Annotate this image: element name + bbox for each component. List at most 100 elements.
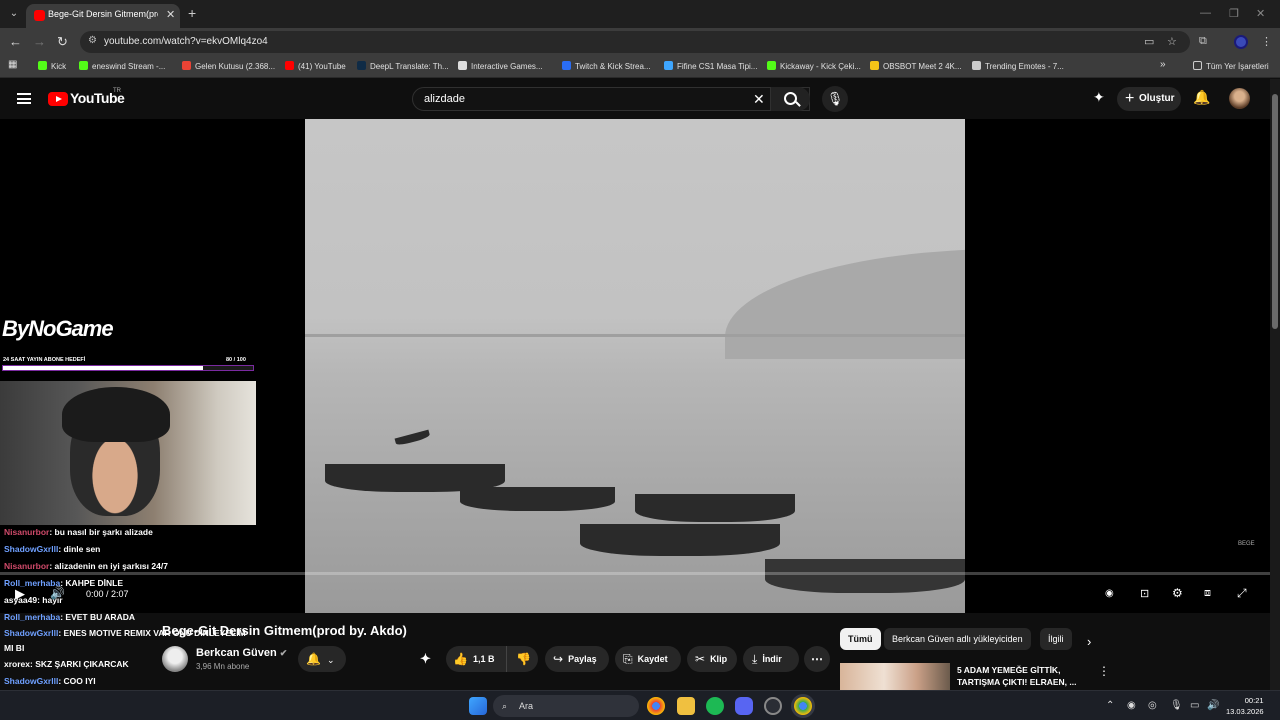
bookmark-item[interactable]: Fifine CS1 Masa Tipi...: [664, 61, 757, 71]
search-button[interactable]: [770, 87, 810, 111]
discord-icon[interactable]: [735, 697, 753, 715]
voice-search-icon[interactable]: 🎙: [822, 86, 848, 112]
bookmark-favicon-icon: [38, 61, 47, 70]
ask-icon[interactable]: ✦: [1093, 89, 1105, 106]
menu-icon[interactable]: [17, 93, 31, 104]
clear-search-icon[interactable]: ✕: [753, 91, 765, 108]
chat-text: : bu nasıl bir şarkı alizade: [49, 527, 153, 537]
account-avatar[interactable]: [1229, 88, 1250, 109]
recommended-video-menu-icon[interactable]: ⋮: [1098, 664, 1110, 678]
volume-icon[interactable]: 🔊: [50, 586, 65, 600]
extensions-icon[interactable]: ⧉: [1199, 35, 1207, 48]
maximize-icon[interactable]: ❐: [1229, 7, 1239, 20]
save-button[interactable]: ⎘ Kaydet: [615, 646, 681, 672]
browser-profile-icon[interactable]: [1234, 35, 1248, 49]
bookmark-item[interactable]: Kick: [38, 61, 66, 71]
steam-tray-icon[interactable]: ◎: [1148, 700, 1157, 711]
discord-tray-icon[interactable]: ◉: [1127, 700, 1136, 711]
tab-search-icon[interactable]: ⌄: [6, 6, 22, 22]
youtube-logo-icon[interactable]: [48, 92, 68, 106]
filter-chip[interactable]: Tümü: [840, 628, 881, 650]
filter-chip[interactable]: İlgili: [1040, 628, 1072, 650]
tray-overflow-icon[interactable]: ⌃: [1106, 700, 1114, 711]
address-bar[interactable]: ⚙ youtube.com/watch?v=ekvOMlq4zo4 ▭ ☆: [80, 31, 1190, 53]
bookmark-item[interactable]: OBSBOT Meet 2 4K...: [870, 61, 962, 71]
volume-tray-icon[interactable]: 🔊: [1207, 700, 1219, 711]
download-button[interactable]: ⤓ İndir: [743, 646, 799, 672]
bookmark-favicon-icon: [357, 61, 366, 70]
microphone-tray-icon[interactable]: 🎙: [1170, 700, 1183, 711]
fullscreen-icon[interactable]: ⤢: [1237, 586, 1247, 601]
recommended-video-title[interactable]: 5 ADAM YEMEĞE GİTTİK, TARTIŞMA ÇIKTI! EL…: [957, 664, 1087, 688]
reload-icon[interactable]: ↻: [57, 34, 68, 50]
filter-chip[interactable]: Berkcan Güven adlı yükleyiciden: [884, 628, 1031, 650]
miniplayer-icon[interactable]: ⧈: [1204, 587, 1211, 600]
chrome-icon[interactable]: [647, 697, 665, 715]
bookmark-item[interactable]: Gelen Kutusu (2.368...: [182, 61, 275, 71]
progress-bar[interactable]: [0, 572, 1270, 575]
bookmark-star-icon[interactable]: ☆: [1167, 35, 1177, 48]
bookmark-item[interactable]: eneswind Stream -...: [79, 61, 165, 71]
chips-next-icon[interactable]: ›: [1087, 634, 1091, 649]
new-tab-icon[interactable]: +: [188, 5, 196, 21]
ask-ai-icon[interactable]: ✦: [420, 646, 444, 672]
taskbar-search[interactable]: ⌕ Ara: [493, 695, 639, 717]
system-clock[interactable]: 00:21 13.03.2026: [1226, 695, 1264, 717]
close-window-icon[interactable]: ✕: [1256, 7, 1265, 20]
chevron-down-icon: ⌄: [326, 655, 335, 665]
network-icon[interactable]: ▭: [1190, 700, 1199, 711]
video-frame[interactable]: [305, 119, 965, 613]
windows-taskbar: ⌕ Ara ⌃ ◉ ◎ 🎙 ▭ 🔊 00:21 13.03.2026: [0, 690, 1280, 720]
channel-avatar[interactable]: [162, 646, 188, 672]
more-bookmarks-icon[interactable]: »: [1160, 59, 1166, 70]
file-explorer-icon[interactable]: [677, 697, 695, 715]
back-icon[interactable]: ←: [9, 34, 22, 49]
more-actions-icon[interactable]: ⋯: [804, 646, 830, 672]
obs-icon[interactable]: [764, 697, 782, 715]
spotify-icon[interactable]: [706, 697, 724, 715]
recommended-video-thumbnail[interactable]: [840, 663, 950, 690]
cast-icon[interactable]: ▭: [1144, 35, 1154, 48]
folder-icon: [1193, 61, 1202, 70]
subtitles-icon[interactable]: ⊡: [1140, 587, 1149, 600]
search-input[interactable]: alizdade ✕: [412, 87, 810, 111]
browser-tab[interactable]: Bege-Git Dersin Gitmem(prod by. Akdo) - …: [26, 4, 180, 28]
clip-button[interactable]: ✂ Klip: [687, 646, 737, 672]
all-bookmarks[interactable]: Tüm Yer İşaretleri: [1193, 61, 1269, 71]
channel-name[interactable]: Berkcan Güven ✔: [196, 647, 287, 659]
forward-icon[interactable]: →: [33, 34, 46, 49]
chat-username: xrorex: [4, 659, 30, 669]
bookmark-item[interactable]: Interactive Games...: [458, 61, 543, 71]
chat-message: ShadowGxrlll: COO IYI: [4, 676, 96, 686]
bookmark-item[interactable]: (41) YouTube: [285, 61, 346, 71]
bookmark-item[interactable]: DeepL Translate: Th...: [357, 61, 449, 71]
start-icon[interactable]: [469, 697, 487, 715]
tab-close-icon[interactable]: ✕: [166, 8, 175, 21]
apps-grid-icon[interactable]: ▦: [8, 59, 17, 70]
browser-tab-bar: ⌄ Bege-Git Dersin Gitmem(prod by. Akdo) …: [0, 0, 1280, 28]
bookmark-item[interactable]: Twitch & Kick Strea...: [562, 61, 651, 71]
play-icon[interactable]: ▶: [15, 586, 25, 602]
search-value: alizdade: [424, 93, 465, 105]
channel-watermark[interactable]: BEGE: [1238, 541, 1255, 547]
create-button[interactable]: Oluştur: [1117, 87, 1181, 111]
share-button[interactable]: ↪ Paylaş: [545, 646, 609, 672]
subscription-bell-button[interactable]: 🔔 ⌄: [298, 646, 346, 672]
bookmark-favicon-icon: [182, 61, 191, 70]
bookmark-item[interactable]: Trending Emotes - 7...: [972, 61, 1064, 71]
notifications-bell-icon[interactable]: 🔔: [1193, 89, 1210, 106]
minimize-icon[interactable]: —: [1200, 7, 1211, 19]
chrome-active-icon[interactable]: [794, 697, 812, 715]
dislike-button[interactable]: 👎: [506, 646, 538, 672]
chat-username: ShadowGxrlll: [4, 544, 59, 554]
autoplay-toggle-icon[interactable]: ◉: [1105, 588, 1114, 599]
like-button[interactable]: 👍 1,1 B: [446, 646, 506, 672]
browser-menu-icon[interactable]: ⋮: [1261, 35, 1272, 48]
bookmark-item[interactable]: Kickaway - Kick Çeki...: [767, 61, 861, 71]
scroll-thumb[interactable]: [1272, 94, 1278, 329]
page-scrollbar[interactable]: [1270, 79, 1280, 690]
boat: [635, 494, 795, 522]
mountain-scene: [725, 249, 965, 359]
settings-gear-icon[interactable]: ⚙: [1172, 586, 1183, 600]
site-info-icon[interactable]: ⚙: [88, 35, 97, 46]
